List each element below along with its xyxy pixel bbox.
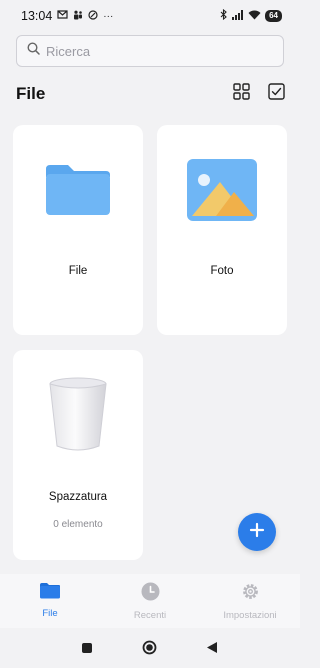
- status-left: 13:04 ···: [21, 9, 113, 23]
- card-label: Spazzatura: [48, 491, 108, 503]
- clock-icon: [141, 582, 160, 606]
- wifi-icon: [248, 9, 261, 23]
- photo-icon: [186, 158, 258, 227]
- battery-indicator: 64: [265, 10, 282, 22]
- folder-icon: [39, 582, 61, 604]
- search-icon: [27, 42, 40, 60]
- folder-icon: [44, 163, 112, 222]
- nav-item-file[interactable]: File: [0, 582, 100, 619]
- folder-card-photos[interactable]: Foto: [157, 125, 287, 335]
- home-button[interactable]: [142, 640, 157, 660]
- grid-view-button[interactable]: [231, 83, 251, 105]
- page-title: File: [16, 84, 46, 103]
- nav-label: File: [42, 608, 58, 619]
- teams-icon: [73, 10, 83, 23]
- nav-item-settings[interactable]: Impostazioni: [200, 582, 300, 621]
- recents-button[interactable]: [81, 641, 93, 659]
- nav-item-recent[interactable]: Recenti: [100, 582, 200, 621]
- plus-icon: [249, 522, 265, 543]
- more-notifications-icon: ···: [103, 10, 114, 22]
- back-button[interactable]: [206, 641, 218, 659]
- status-bar: 13:04 ··· 64: [0, 0, 300, 32]
- folder-card-file[interactable]: File: [13, 125, 143, 335]
- folder-card-trash[interactable]: Spazzatura 0 elemento: [13, 350, 143, 560]
- signal-icon: [232, 9, 244, 23]
- search-box[interactable]: [16, 35, 284, 67]
- card-label: Foto: [210, 265, 234, 277]
- status-time: 13:04: [21, 9, 53, 23]
- card-item-count: 0 elemento: [53, 519, 103, 530]
- gear-icon: [241, 582, 260, 606]
- grid-icon: [232, 83, 250, 105]
- status-right: 64: [220, 8, 282, 23]
- trash-icon: [47, 376, 109, 459]
- add-button[interactable]: [238, 513, 276, 551]
- bluetooth-icon: [220, 8, 228, 23]
- checkbox-icon: [267, 83, 285, 105]
- bottom-nav: File Recenti Impostazioni: [0, 574, 300, 628]
- select-button[interactable]: [266, 83, 286, 105]
- app-icon: [88, 9, 98, 23]
- system-nav-bar: [0, 628, 300, 668]
- card-label: File: [68, 265, 88, 277]
- nav-label: Impostazioni: [223, 610, 277, 621]
- nav-label: Recenti: [133, 610, 167, 621]
- search-input[interactable]: [46, 43, 266, 59]
- mail-icon: [57, 10, 68, 22]
